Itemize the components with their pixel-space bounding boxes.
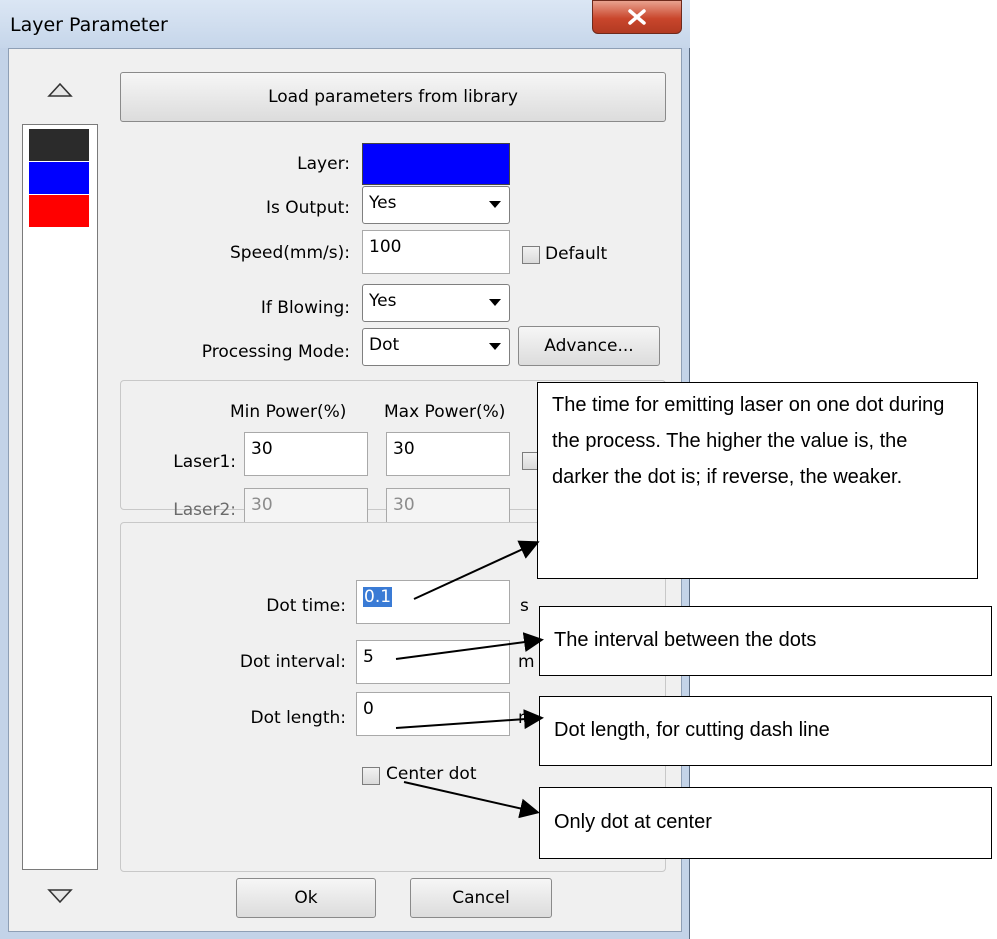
arrow-dot-time <box>413 540 540 600</box>
arrow-center-dot <box>403 781 540 819</box>
arrow-dot-length <box>395 709 544 730</box>
callout-arrows <box>395 540 544 819</box>
arrow-dot-interval <box>395 632 544 660</box>
